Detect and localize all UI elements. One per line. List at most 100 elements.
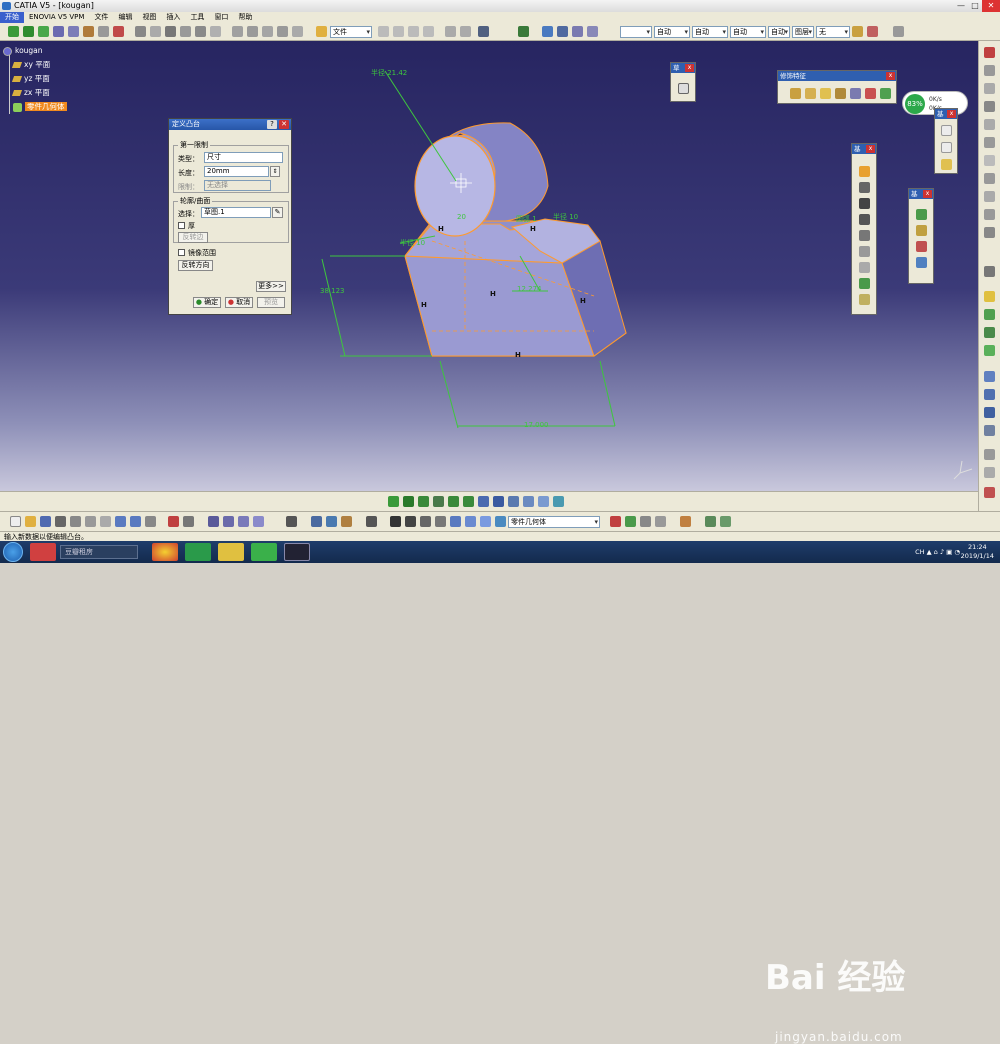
comment-icon[interactable] [183, 516, 194, 527]
paste-bottom-icon[interactable] [100, 516, 111, 527]
draft-icon[interactable] [820, 88, 831, 99]
cube-icon[interactable] [984, 309, 995, 320]
palette-close-icon[interactable]: x [685, 64, 694, 72]
update-bottom-icon[interactable] [286, 516, 297, 527]
folder-icon[interactable] [316, 26, 327, 37]
weight-combo[interactable]: 自动 [692, 26, 728, 38]
minimize-button[interactable]: — [954, 0, 968, 12]
tool-right-6-icon[interactable] [984, 191, 995, 202]
print-icon[interactable] [55, 516, 66, 527]
start-button[interactable] [3, 542, 23, 562]
formula-bottom-icon[interactable] [168, 516, 179, 527]
length-input[interactable]: 20mm [204, 166, 269, 177]
menu-file[interactable]: 文件 [89, 12, 113, 23]
tool-right-8-icon[interactable] [984, 227, 995, 238]
render-2-icon[interactable] [625, 516, 636, 527]
work-object-icon[interactable] [495, 516, 506, 527]
mirror-checkbox[interactable] [178, 249, 185, 256]
tree-item-xy[interactable]: xy 平面 [3, 58, 67, 72]
menu-edit[interactable]: 编辑 [113, 12, 137, 23]
geometry-canvas[interactable]: 半径 21.42 半径 10 20 圆弧 1 半径 10 38.123 12.2… [0, 41, 978, 491]
3d-viewport[interactable]: 半径 21.42 半径 10 20 圆弧 1 半径 10 38.123 12.2… [0, 41, 978, 491]
render-3-icon[interactable] [640, 516, 651, 527]
open-icon[interactable] [25, 516, 36, 527]
sketch-bottom-icon[interactable] [366, 516, 377, 527]
rotate-feature-icon[interactable] [916, 225, 927, 236]
cut-icon[interactable] [262, 26, 273, 37]
dialog-close-button[interactable]: ✕ [279, 120, 289, 129]
redo-bottom-icon[interactable] [130, 516, 141, 527]
pan-icon[interactable] [38, 26, 49, 37]
point-icon[interactable] [941, 125, 952, 136]
close-button[interactable]: ✕ [982, 0, 1000, 12]
image-icon[interactable] [542, 26, 553, 37]
paste-icon[interactable] [247, 26, 258, 37]
zoom-out-icon[interactable] [463, 496, 474, 507]
measure-bottom-icon[interactable] [311, 516, 322, 527]
sphere-icon[interactable] [984, 291, 995, 302]
move-icon[interactable] [8, 26, 19, 37]
palette-close-icon[interactable]: x [866, 145, 875, 153]
thickness-icon[interactable] [850, 88, 861, 99]
solid-icon[interactable] [984, 327, 995, 338]
shaft-icon[interactable] [859, 198, 870, 209]
slot-icon[interactable] [859, 262, 870, 273]
reverse-direction-button[interactable]: 反转方向 [178, 260, 213, 271]
cursor-icon[interactable] [984, 266, 995, 277]
menu-help[interactable]: 帮助 [233, 12, 257, 23]
sketch-edit-icon[interactable]: ✎ [272, 207, 283, 218]
rule-icon[interactable] [253, 516, 264, 527]
chat-app-icon[interactable] [251, 543, 277, 561]
mirror-icon[interactable] [916, 241, 927, 252]
analysis-icon[interactable] [135, 26, 146, 37]
wechat-icon[interactable] [185, 543, 211, 561]
numeric-icon[interactable] [435, 516, 446, 527]
tool-c-icon[interactable] [408, 26, 419, 37]
shading-icon[interactable] [523, 496, 534, 507]
undo-bottom-icon[interactable] [115, 516, 126, 527]
layer-combo[interactable]: 自动 [768, 26, 790, 38]
anchor-icon[interactable] [405, 516, 416, 527]
sketch-right-icon[interactable] [984, 65, 995, 76]
length-spinner[interactable]: ⇕ [270, 166, 280, 177]
save-icon[interactable] [40, 516, 51, 527]
param-bottom-icon[interactable] [223, 516, 234, 527]
law-icon[interactable] [210, 26, 221, 37]
law-bottom-icon[interactable] [238, 516, 249, 527]
taskbar-app-1-icon[interactable] [30, 543, 56, 561]
tool-d-icon[interactable] [423, 26, 434, 37]
relation-icon[interactable] [587, 26, 598, 37]
grid-bottom-icon[interactable] [465, 516, 476, 527]
fit-all-icon[interactable] [403, 496, 414, 507]
palette-close-icon[interactable]: x [886, 72, 895, 80]
line-icon[interactable] [941, 142, 952, 153]
tool-right-1-icon[interactable] [984, 101, 995, 112]
type-select[interactable]: 尺寸 [204, 152, 283, 163]
tree-item-yz[interactable]: yz 平面 [3, 72, 67, 86]
groove-icon[interactable] [859, 214, 870, 225]
catalog-icon[interactable] [165, 26, 176, 37]
cut-bottom-icon[interactable] [70, 516, 81, 527]
axis-bottom-icon[interactable] [450, 516, 461, 527]
fly-icon[interactable] [388, 496, 399, 507]
rotate-icon[interactable] [23, 26, 34, 37]
iso-view-icon[interactable] [508, 496, 519, 507]
tool-right-7-icon[interactable] [984, 209, 995, 220]
snap-bottom-icon[interactable] [480, 516, 491, 527]
dmu-icon[interactable] [705, 516, 716, 527]
clock[interactable]: 21:24 2019/1/14 [961, 543, 994, 561]
knowledge-icon[interactable] [478, 26, 489, 37]
select-icon[interactable] [53, 26, 64, 37]
help-button[interactable]: ? [267, 120, 277, 129]
none-combo[interactable]: 无 [816, 26, 850, 38]
copy-bottom-icon[interactable] [85, 516, 96, 527]
tool-right-4-icon[interactable] [984, 155, 995, 166]
view-right-icon[interactable] [984, 83, 995, 94]
input-language[interactable]: CH [915, 548, 924, 556]
pad-icon[interactable] [859, 166, 870, 177]
tool-right-2-icon[interactable] [984, 119, 995, 130]
remove-face-icon[interactable] [880, 88, 891, 99]
menu-window[interactable]: 窗口 [209, 12, 233, 23]
constraint-bottom-icon[interactable] [390, 516, 401, 527]
constraint-icon[interactable] [150, 26, 161, 37]
